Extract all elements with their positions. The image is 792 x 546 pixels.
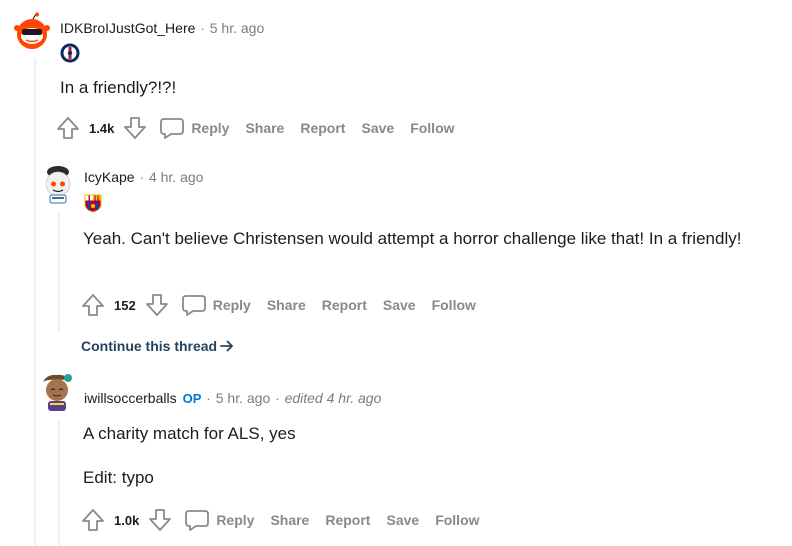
- save-button[interactable]: Save: [383, 297, 416, 313]
- follow-button[interactable]: Follow: [432, 297, 476, 313]
- avatar[interactable]: [38, 164, 78, 204]
- reply-icon[interactable]: [159, 116, 185, 140]
- comment-actions: 1.4k Reply Share Report Save Follow: [56, 115, 463, 141]
- comment-meta: IcyKape · 4 hr. ago: [84, 169, 203, 185]
- avatar[interactable]: [12, 12, 52, 52]
- meta-separator: ·: [206, 391, 211, 406]
- upvote-icon[interactable]: [81, 508, 105, 532]
- downvote-icon[interactable]: [148, 508, 172, 532]
- comment-body-line-2: Edit: typo: [83, 468, 154, 487]
- reply-button[interactable]: Reply: [191, 120, 229, 136]
- reply-icon[interactable]: [184, 508, 210, 532]
- username[interactable]: iwillsoccerballs: [84, 390, 177, 406]
- reply-icon[interactable]: [181, 293, 207, 317]
- psg-crest-icon: [60, 43, 80, 63]
- vote-score: 1.4k: [89, 120, 115, 136]
- comment-meta: iwillsoccerballs OP · 5 hr. ago · edited…: [84, 390, 381, 406]
- save-button[interactable]: Save: [361, 120, 394, 136]
- meta-separator: ·: [275, 391, 280, 406]
- avatar[interactable]: [37, 372, 77, 412]
- reply-button[interactable]: Reply: [213, 297, 251, 313]
- follow-button[interactable]: Follow: [435, 512, 479, 528]
- downvote-icon[interactable]: [145, 293, 169, 317]
- comment-body: Yeah. Can't believe Christensen would at…: [83, 229, 742, 248]
- downvote-icon[interactable]: [123, 116, 147, 140]
- op-badge: OP: [182, 391, 202, 406]
- comment-actions: 152 Reply Share Report Save Follow: [81, 292, 484, 318]
- meta-separator: ·: [200, 21, 205, 36]
- comment-body: In a friendly?!?!: [60, 78, 177, 97]
- continue-thread-label: Continue this thread: [81, 338, 218, 354]
- meta-separator: ·: [139, 170, 144, 185]
- barcelona-crest-icon: [84, 194, 102, 213]
- save-button[interactable]: Save: [386, 512, 419, 528]
- continue-thread-link[interactable]: Continue this thread: [81, 338, 234, 354]
- share-button[interactable]: Share: [267, 297, 306, 313]
- thread-line-1[interactable]: [34, 58, 36, 546]
- arrow-right-icon: [220, 340, 234, 352]
- share-button[interactable]: Share: [270, 512, 309, 528]
- username[interactable]: IcyKape: [84, 169, 135, 185]
- upvote-icon[interactable]: [56, 116, 80, 140]
- thread-line-2[interactable]: [58, 212, 60, 332]
- upvote-icon[interactable]: [81, 293, 105, 317]
- thread-line-3[interactable]: [58, 420, 60, 546]
- username[interactable]: IDKBroIJustGot_Here: [60, 20, 195, 36]
- timestamp[interactable]: 5 hr. ago: [216, 390, 271, 406]
- edited-timestamp: edited 4 hr. ago: [284, 390, 382, 406]
- timestamp[interactable]: 4 hr. ago: [149, 169, 204, 185]
- vote-score: 1.0k: [114, 512, 140, 528]
- comment-body-line-1: A charity match for ALS, yes: [83, 424, 296, 443]
- comment-meta: IDKBroIJustGot_Here · 5 hr. ago: [60, 20, 264, 36]
- report-button[interactable]: Report: [300, 120, 345, 136]
- report-button[interactable]: Report: [322, 297, 367, 313]
- vote-score: 152: [114, 297, 136, 313]
- timestamp[interactable]: 5 hr. ago: [210, 20, 265, 36]
- report-button[interactable]: Report: [325, 512, 370, 528]
- share-button[interactable]: Share: [245, 120, 284, 136]
- reply-button[interactable]: Reply: [216, 512, 254, 528]
- comment-actions: 1.0k Reply Share Report Save Follow: [81, 507, 488, 533]
- follow-button[interactable]: Follow: [410, 120, 454, 136]
